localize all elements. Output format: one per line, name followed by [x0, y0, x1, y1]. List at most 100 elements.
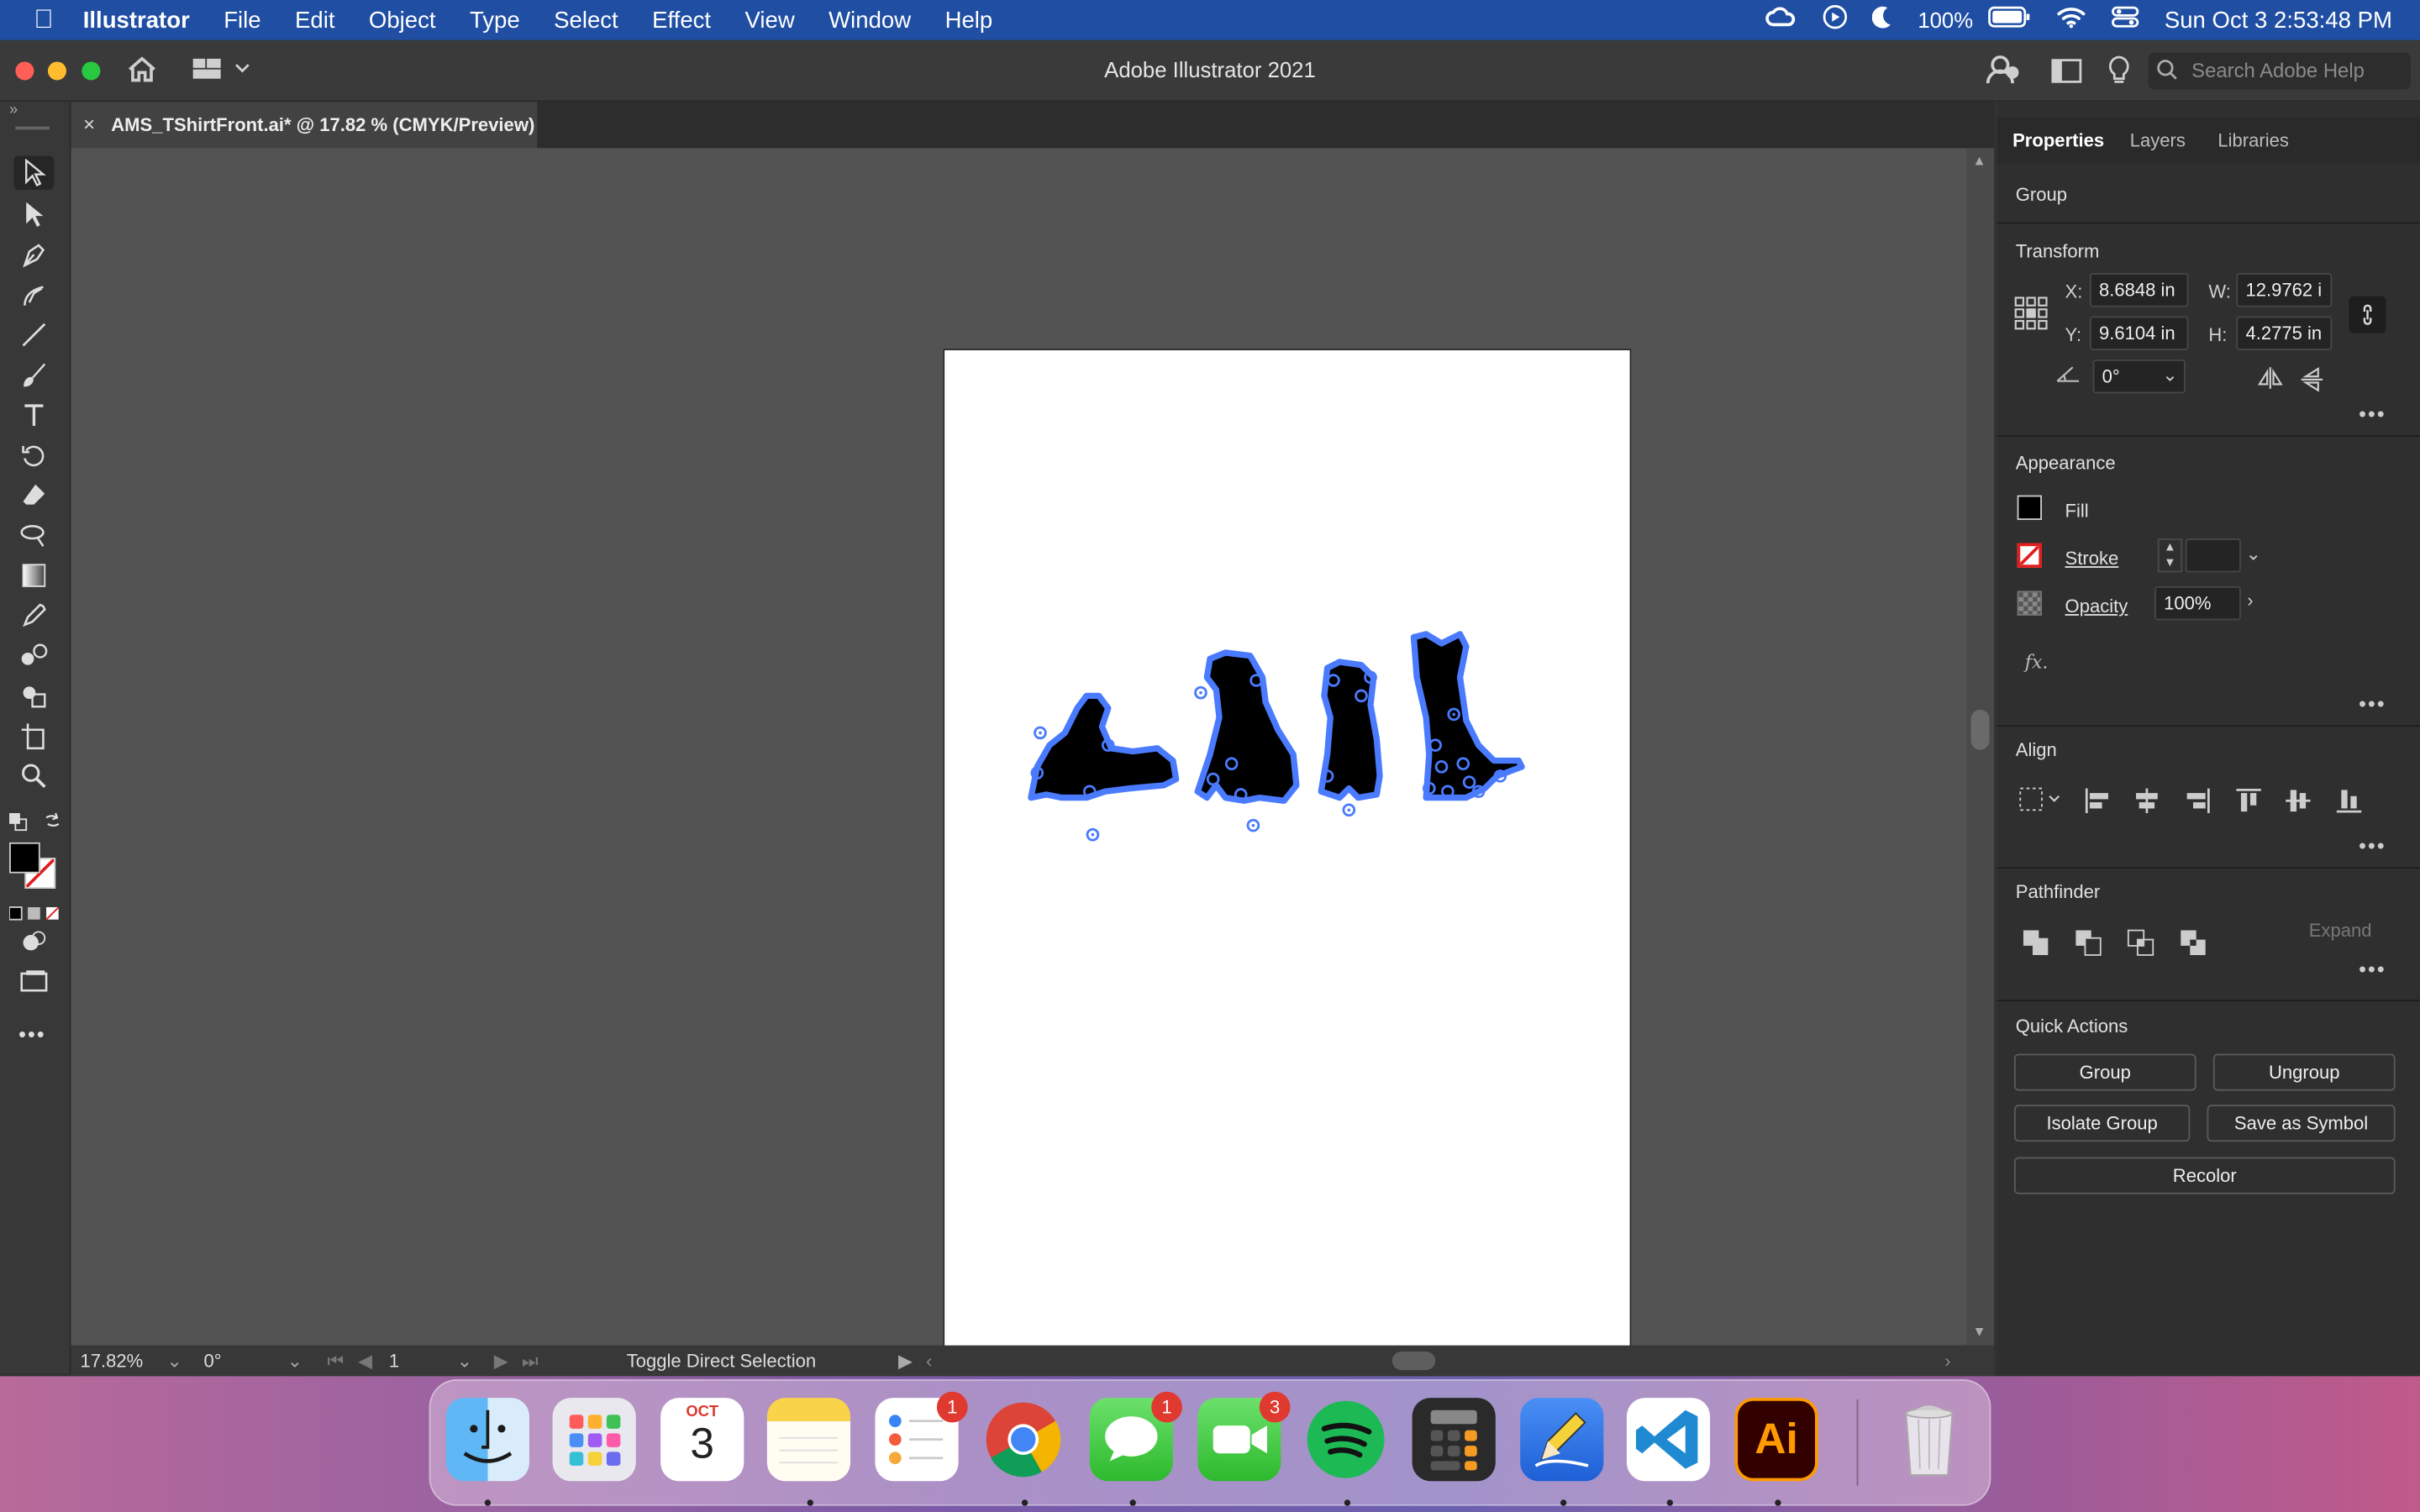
align-bottom-icon[interactable] [2335, 787, 2363, 820]
script-editor-icon[interactable] [1520, 1398, 1604, 1482]
play-icon[interactable] [1822, 4, 1847, 36]
stroke-weight-dropdown-icon[interactable]: ⌄ [2245, 543, 2260, 565]
rotation-dropdown-icon[interactable]: ⌄ [287, 1348, 302, 1373]
stroke-swatch[interactable] [2017, 543, 2043, 568]
clock-datetime[interactable]: Sun Oct 3 2:53:48 PM [2165, 7, 2392, 33]
tab-libraries[interactable]: Libraries [2217, 129, 2289, 151]
share-user-icon[interactable] [1986, 54, 2020, 92]
save-as-symbol-button[interactable]: Save as Symbol [2207, 1105, 2396, 1142]
align-left-icon[interactable] [2084, 787, 2112, 820]
menu-select[interactable]: Select [537, 7, 635, 33]
menu-help[interactable]: Help [928, 7, 1009, 33]
pathfinder-minus-front-icon[interactable] [2075, 929, 2102, 962]
isolate-group-button[interactable]: Isolate Group [2013, 1105, 2191, 1142]
shape-builder-tool-icon[interactable] [14, 679, 55, 712]
width-field[interactable]: 12.9762 i [2236, 273, 2333, 307]
opacity-arrow-icon[interactable]: › [2247, 590, 2253, 612]
height-field[interactable]: 4.2775 in [2236, 316, 2333, 350]
artboard-tool-icon[interactable] [14, 719, 55, 753]
spotify-icon[interactable] [1304, 1398, 1387, 1481]
pathfinder-expand-button[interactable]: Expand [2309, 920, 2372, 942]
pathfinder-unite-icon[interactable] [2022, 929, 2049, 962]
pathfinder-intersect-icon[interactable] [2127, 929, 2154, 962]
transform-more-options-icon[interactable]: ••• [2359, 402, 2386, 426]
type-tool-icon[interactable] [14, 398, 55, 432]
pathfinder-exclude-icon[interactable] [2179, 929, 2207, 962]
search-adobe-help-input[interactable]: Search Adobe Help [2148, 52, 2411, 90]
align-horizontal-center-icon[interactable] [2133, 787, 2160, 820]
launchpad-icon[interactable] [552, 1398, 636, 1482]
menu-type[interactable]: Type [453, 7, 537, 33]
tab-layers[interactable]: Layers [2130, 129, 2186, 151]
align-to-selection-icon[interactable] [2018, 787, 2061, 816]
control-center-icon[interactable] [2112, 5, 2140, 36]
default-fill-stroke-icon[interactable] [9, 811, 28, 839]
curvature-tool-icon[interactable] [14, 278, 55, 312]
app-menu[interactable]: Illustrator [71, 7, 207, 33]
line-segment-tool-icon[interactable] [14, 318, 55, 351]
scroll-down-icon[interactable]: ▼ [1972, 1324, 1986, 1339]
artboard-number-field[interactable]: 1 [389, 1348, 450, 1373]
zoom-dropdown-icon[interactable]: ⌄ [166, 1348, 182, 1373]
vertical-scrollbar[interactable]: ▲ ▼ [1966, 148, 1995, 1346]
opacity-field[interactable]: 100% [2154, 585, 2241, 621]
menu-view[interactable]: View [728, 7, 812, 33]
zoom-tool-icon[interactable] [14, 759, 55, 793]
menu-object[interactable]: Object [352, 7, 453, 33]
vertical-scroll-thumb[interactable] [1970, 709, 1990, 750]
ungroup-button[interactable]: Ungroup [2212, 1053, 2396, 1091]
stroke-weight-stepper[interactable]: ▲ ▼ [2157, 538, 2183, 573]
dog-silhouettes-group[interactable] [944, 350, 1633, 1353]
align-right-icon[interactable] [2184, 787, 2212, 820]
recolor-button[interactable]: Recolor [2013, 1157, 2396, 1194]
x-position-field[interactable]: 8.6848 in [2089, 273, 2189, 307]
moon-icon[interactable] [1870, 5, 1893, 36]
next-artboard-icon[interactable]: ▶ [494, 1348, 508, 1373]
selection-tool-icon[interactable] [13, 155, 55, 190]
apple-menu-icon[interactable]:  [0, 5, 71, 36]
drawing-mode-icon[interactable] [14, 924, 55, 958]
constrain-proportions-icon[interactable] [2349, 296, 2386, 333]
y-position-field[interactable]: 9.6104 in [2089, 316, 2189, 350]
align-vertical-center-icon[interactable] [2284, 787, 2312, 820]
width-tool-icon[interactable] [14, 518, 55, 552]
flip-horizontal-icon[interactable] [2257, 367, 2283, 393]
blend-tool-icon[interactable] [14, 638, 55, 672]
menu-effect[interactable]: Effect [635, 7, 728, 33]
first-artboard-icon[interactable]: ⏮ [327, 1348, 344, 1373]
paintbrush-tool-icon[interactable] [14, 358, 55, 391]
status-menu-arrow-icon[interactable]: ▶ [898, 1348, 913, 1373]
reminders-icon[interactable]: 1 [875, 1391, 968, 1482]
align-top-icon[interactable] [2235, 787, 2263, 820]
fx-effects-button[interactable]: fx. [2025, 651, 2049, 673]
stroke-weight-field[interactable] [2185, 538, 2241, 573]
menu-file[interactable]: File [207, 7, 278, 33]
notes-icon[interactable] [766, 1398, 851, 1482]
reference-point-icon[interactable] [2014, 297, 2048, 335]
wifi-icon[interactable] [2056, 5, 2087, 36]
appearance-more-options-icon[interactable]: ••• [2359, 691, 2386, 716]
gradient-tool-icon[interactable] [14, 559, 55, 592]
artboard-dropdown-icon[interactable]: ⌄ [457, 1348, 472, 1373]
trash-icon[interactable] [1887, 1398, 1970, 1481]
last-artboard-icon[interactable]: ⏭ [522, 1348, 539, 1373]
opacity-link[interactable]: Opacity [2065, 596, 2128, 617]
messages-icon[interactable]: 1 [1089, 1391, 1182, 1482]
arrange-documents-icon[interactable] [2051, 59, 2082, 92]
swap-fill-stroke-icon[interactable] [43, 810, 61, 837]
discover-lightbulb-icon[interactable] [2107, 55, 2131, 94]
battery-icon[interactable] [1988, 6, 2031, 34]
creative-cloud-icon[interactable] [1764, 5, 1797, 36]
menu-window[interactable]: Window [812, 7, 928, 33]
scroll-up-icon[interactable]: ▲ [1972, 153, 1986, 168]
tab-properties[interactable]: Properties [2012, 129, 2104, 151]
rotate-tool-icon[interactable] [14, 438, 55, 472]
menu-edit[interactable]: Edit [278, 7, 352, 33]
chrome-icon[interactable] [981, 1398, 1065, 1481]
vscode-icon[interactable] [1626, 1398, 1711, 1482]
toolbar-collapse-icon[interactable]: » [9, 102, 18, 118]
eraser-tool-icon[interactable] [14, 478, 55, 512]
canvas-area[interactable] [71, 148, 1967, 1352]
previous-artboard-icon[interactable]: ◀ [358, 1348, 372, 1373]
direct-selection-tool-icon[interactable] [14, 197, 55, 231]
